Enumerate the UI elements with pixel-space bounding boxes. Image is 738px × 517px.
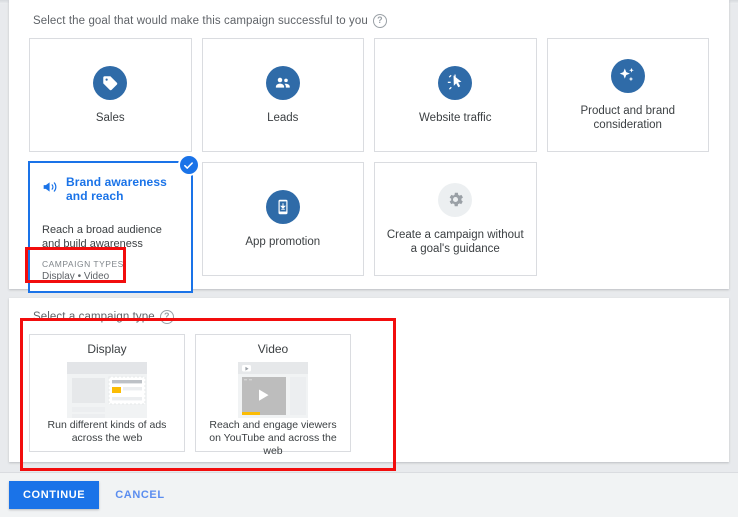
goal-card-label: Product and brand consideration [580, 104, 676, 131]
campaign-type-title: Display [87, 342, 127, 356]
check-circle-icon [177, 154, 200, 176]
goal-card-website-traffic[interactable]: Website traffic [374, 38, 537, 152]
campaign-type-label-text: Select a campaign type [33, 311, 155, 323]
campaign-setup-page: Select the goal that would make this cam… [0, 0, 738, 517]
goal-card-product-brand-consideration[interactable]: Product and brand consideration [546, 38, 709, 152]
selected-goal-header: Brand awareness and reach [42, 175, 179, 203]
goal-card-label: App promotion [245, 235, 321, 248]
goal-card-label: Website traffic [419, 111, 492, 124]
campaign-type-description: Run different kinds of ads across the we… [47, 419, 167, 444]
goal-card-leads[interactable]: Leads [201, 38, 364, 152]
help-icon[interactable]: ? [372, 14, 387, 28]
goal-card-no-goal-guidance[interactable]: Create a campaign without a goal's guida… [374, 162, 537, 276]
continue-button[interactable]: CONTINUE [9, 481, 100, 509]
sparkle-icon [610, 58, 645, 93]
mobile-download-icon [265, 189, 300, 224]
goal-card-app-promotion[interactable]: App promotion [201, 162, 364, 276]
selected-goal-description: Reach a broad audience and build awarene… [42, 224, 162, 250]
goal-card-brand-awareness-and-reach[interactable]: Brand awareness and reach Reach a broad … [29, 154, 200, 292]
help-icon[interactable]: ? [159, 310, 174, 324]
goal-card-label: Sales [95, 111, 125, 124]
goal-section-label-text: Select the goal that would make this cam… [33, 15, 368, 27]
people-icon [265, 65, 300, 100]
gear-icon [438, 182, 473, 217]
campaign-types-label: CAMPAIGN TYPES [42, 259, 124, 269]
goal-section-label: Select the goal that would make this cam… [33, 14, 709, 28]
campaign-type-panel: Select a campaign type ? Display Run dif… [9, 298, 729, 462]
selected-goal-title: Brand awareness and reach [66, 175, 167, 203]
tag-icon [93, 65, 128, 100]
action-footer: CONTINUE CANCEL [0, 472, 738, 517]
goal-card-label: Create a campaign without a goal's guida… [386, 228, 524, 255]
goal-card-sales[interactable]: Sales [29, 38, 192, 152]
campaign-type-description: Reach and engage viewers on YouTube and … [209, 419, 337, 457]
campaign-types-value: Display • Video [42, 271, 110, 282]
video-player-thumbnail [238, 362, 308, 418]
megaphone-icon [42, 179, 58, 200]
goal-card-label: Leads [267, 111, 299, 124]
cursor-click-icon [438, 65, 473, 100]
campaign-types-info: CAMPAIGN TYPES Display • Video [42, 259, 179, 291]
goal-card-grid: Sales Leads Website traffic Product and … [29, 38, 709, 292]
campaign-type-grid: Display Run different kinds of ads acros… [29, 334, 709, 457]
display-ad-thumbnail [67, 362, 147, 418]
goal-selection-panel: Select the goal that would make this cam… [9, 0, 729, 292]
campaign-type-card-video[interactable]: Video Reach and engage viewers on YouTub… [195, 334, 351, 457]
cancel-button[interactable]: CANCEL [105, 481, 174, 509]
campaign-type-title: Video [257, 342, 289, 356]
campaign-type-section-label: Select a campaign type ? [33, 310, 709, 324]
campaign-type-card-display[interactable]: Display Run different kinds of ads acros… [29, 334, 185, 452]
